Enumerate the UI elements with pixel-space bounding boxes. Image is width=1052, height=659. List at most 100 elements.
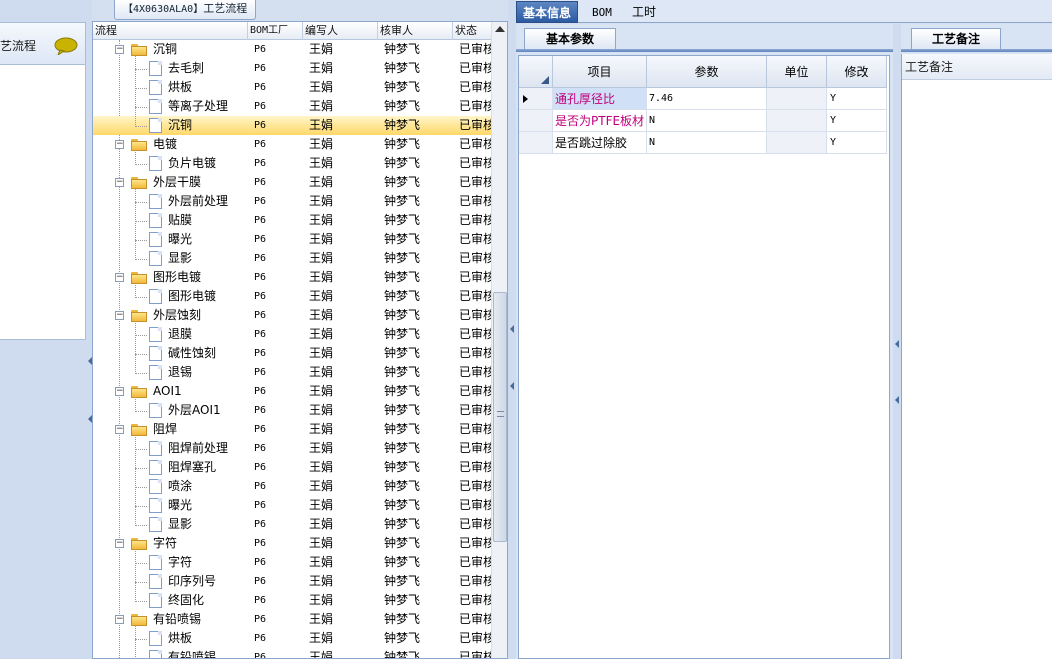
tree-row[interactable]: 外层前处理 P6 王娟 钟梦飞 已审核 xyxy=(93,192,491,211)
tree-row[interactable]: 贴膜 P6 王娟 钟梦飞 已审核 xyxy=(93,211,491,230)
tree-row[interactable]: 图形电镀 P6 王娟 钟梦飞 已审核 xyxy=(93,287,491,306)
tree-row[interactable]: − 电镀 P6 王娟 钟梦飞 已审核 xyxy=(93,135,491,154)
param-row[interactable]: 是否跳过除胶 N Y xyxy=(519,132,887,154)
tree-row[interactable]: − 有铅喷锡 P6 王娟 钟梦飞 已审核 xyxy=(93,610,491,629)
collapse-node-icon[interactable]: − xyxy=(115,311,124,320)
writer-cell: 王娟 xyxy=(309,403,334,417)
tree-row[interactable]: − AOI1 P6 王娟 钟梦飞 已审核 xyxy=(93,382,491,401)
tree-node-label: 阻焊塞孔 xyxy=(168,460,217,474)
tree-row[interactable]: 等离子处理 P6 王娟 钟梦飞 已审核 xyxy=(93,97,491,116)
tree-row[interactable]: 显影 P6 王娟 钟梦飞 已审核 xyxy=(93,515,491,534)
col-header-status[interactable]: 状态 xyxy=(453,22,491,40)
grid-corner[interactable] xyxy=(519,56,553,88)
param-modify-cell[interactable]: Y xyxy=(827,88,887,110)
tab-basic-params[interactable]: 基本参数 xyxy=(524,28,616,50)
chat-bubble-icon[interactable] xyxy=(54,37,78,55)
collapse-right-arrow-icon[interactable] xyxy=(895,340,899,348)
tree-connector xyxy=(135,525,147,526)
scroll-up-arrow-icon[interactable] xyxy=(495,26,505,32)
status-cell: 已审核 xyxy=(459,422,491,436)
col-header-reviewer[interactable]: 核审人 xyxy=(378,22,453,40)
param-unit-cell[interactable] xyxy=(767,110,827,132)
tree-row[interactable]: 有铅喷锡 P6 王娟 钟梦飞 已审核 xyxy=(93,648,491,658)
tree-row[interactable]: 退锡 P6 王娟 钟梦飞 已审核 xyxy=(93,363,491,382)
tree-row[interactable]: − 图形电镀 P6 王娟 钟梦飞 已审核 xyxy=(93,268,491,287)
param-unit-cell[interactable] xyxy=(767,88,827,110)
col-header-bom-factory[interactable]: BOM工厂 xyxy=(248,22,303,40)
tree-row[interactable]: 字符 P6 王娟 钟梦飞 已审核 xyxy=(93,553,491,572)
tree-row[interactable]: − 外层蚀刻 P6 王娟 钟梦飞 已审核 xyxy=(93,306,491,325)
tab-process-notes[interactable]: 工艺备注 xyxy=(911,28,1001,50)
col-header-modify[interactable]: 修改 xyxy=(827,56,887,88)
tree-row[interactable]: 阻焊前处理 P6 王娟 钟梦飞 已审核 xyxy=(93,439,491,458)
tree-row[interactable]: 碱性蚀刻 P6 王娟 钟梦飞 已审核 xyxy=(93,344,491,363)
tree-node-label: 沉铜 xyxy=(153,42,178,56)
tree-row[interactable]: − 阻焊 P6 王娟 钟梦飞 已审核 xyxy=(93,420,491,439)
collapse-right-arrow-icon[interactable] xyxy=(895,396,899,404)
col-header-unit[interactable]: 单位 xyxy=(767,56,827,88)
collapse-node-icon[interactable]: − xyxy=(115,273,124,282)
row-indicator[interactable] xyxy=(519,110,553,132)
right-splitter[interactable] xyxy=(893,24,901,659)
collapse-node-icon[interactable]: − xyxy=(115,140,124,149)
collapse-node-icon[interactable]: − xyxy=(115,539,124,548)
document-icon xyxy=(149,403,162,418)
tree-row[interactable]: 退膜 P6 王娟 钟梦飞 已审核 xyxy=(93,325,491,344)
tree-row[interactable]: 外层AOI1 P6 王娟 钟梦飞 已审核 xyxy=(93,401,491,420)
param-value-cell[interactable]: N xyxy=(647,132,767,154)
reviewer-cell: 钟梦飞 xyxy=(384,232,421,246)
process-flow-tab[interactable]: 【4X0630ALA0】工艺流程 xyxy=(114,0,257,20)
param-item-cell[interactable]: 通孔厚径比 xyxy=(553,88,647,110)
tree-row[interactable]: 印序列号 P6 王娟 钟梦飞 已审核 xyxy=(93,572,491,591)
col-header-writer[interactable]: 编写人 xyxy=(303,22,378,40)
param-row[interactable]: 是否为PTFE板材 N Y xyxy=(519,110,887,132)
collapse-node-icon[interactable]: − xyxy=(115,425,124,434)
reviewer-cell: 钟梦飞 xyxy=(384,346,421,360)
tab-basic-info[interactable]: 基本信息 xyxy=(516,1,579,23)
param-modify-cell[interactable]: Y xyxy=(827,110,887,132)
tree-row[interactable]: 终固化 P6 王娟 钟梦飞 已审核 xyxy=(93,591,491,610)
col-header-item[interactable]: 项目 xyxy=(553,56,647,88)
scrollbar-thumb[interactable] xyxy=(493,292,507,542)
tree-row[interactable]: 去毛刺 P6 王娟 钟梦飞 已审核 xyxy=(93,59,491,78)
reviewer-cell: 钟梦飞 xyxy=(384,536,421,550)
collapse-node-icon[interactable]: − xyxy=(115,387,124,396)
param-value-cell[interactable]: N xyxy=(647,110,767,132)
middle-splitter[interactable] xyxy=(508,0,516,659)
tree-row[interactable]: 沉铜 P6 王娟 钟梦飞 已审核 xyxy=(93,116,491,135)
tree-row[interactable]: 烘板 P6 王娟 钟梦飞 已审核 xyxy=(93,629,491,648)
tab-work-hours[interactable]: 工时 xyxy=(626,1,662,23)
tree-row[interactable]: 负片电镀 P6 王娟 钟梦飞 已审核 xyxy=(93,154,491,173)
collapse-middle-arrow-icon[interactable] xyxy=(510,382,514,390)
param-modify-cell[interactable]: Y xyxy=(827,132,887,154)
notes-box[interactable]: 工艺备注 xyxy=(901,54,1052,659)
status-cell: 已审核 xyxy=(459,498,491,512)
row-indicator[interactable] xyxy=(519,88,553,110)
param-row[interactable]: 通孔厚径比 7.46 Y xyxy=(519,88,887,110)
param-value-cell[interactable]: 7.46 xyxy=(647,88,767,110)
left-nav-item-process[interactable]: 艺流程 xyxy=(0,23,85,65)
tree-row[interactable]: − 沉铜 P6 王娟 钟梦飞 已审核 xyxy=(93,40,491,59)
tree-row[interactable]: 曝光 P6 王娟 钟梦飞 已审核 xyxy=(93,496,491,515)
param-item-cell[interactable]: 是否为PTFE板材 xyxy=(553,110,647,132)
tree-row[interactable]: 阻焊塞孔 P6 王娟 钟梦飞 已审核 xyxy=(93,458,491,477)
tab-bom[interactable]: BOM xyxy=(586,1,618,23)
tree-row[interactable]: 喷涂 P6 王娟 钟梦飞 已审核 xyxy=(93,477,491,496)
collapse-node-icon[interactable]: − xyxy=(115,45,124,54)
tree-connector xyxy=(135,55,136,127)
tree-row[interactable]: 曝光 P6 王娟 钟梦飞 已审核 xyxy=(93,230,491,249)
row-indicator[interactable] xyxy=(519,132,553,154)
tree-row[interactable]: − 字符 P6 王娟 钟梦飞 已审核 xyxy=(93,534,491,553)
tree-scrollbar[interactable] xyxy=(491,22,507,658)
tree-row[interactable]: 烘板 P6 王娟 钟梦飞 已审核 xyxy=(93,78,491,97)
collapse-node-icon[interactable]: − xyxy=(115,615,124,624)
param-unit-cell[interactable] xyxy=(767,132,827,154)
tree-row[interactable]: 显影 P6 王娟 钟梦飞 已审核 xyxy=(93,249,491,268)
collapse-node-icon[interactable]: − xyxy=(115,178,124,187)
param-item-cell[interactable]: 是否跳过除胶 xyxy=(553,132,647,154)
tree-row[interactable]: − 外层干膜 P6 王娟 钟梦飞 已审核 xyxy=(93,173,491,192)
col-header-param[interactable]: 参数 xyxy=(647,56,767,88)
collapse-middle-arrow-icon[interactable] xyxy=(510,325,514,333)
col-header-process[interactable]: 流程 xyxy=(93,22,248,40)
bom-factory-cell: P6 xyxy=(254,557,267,568)
